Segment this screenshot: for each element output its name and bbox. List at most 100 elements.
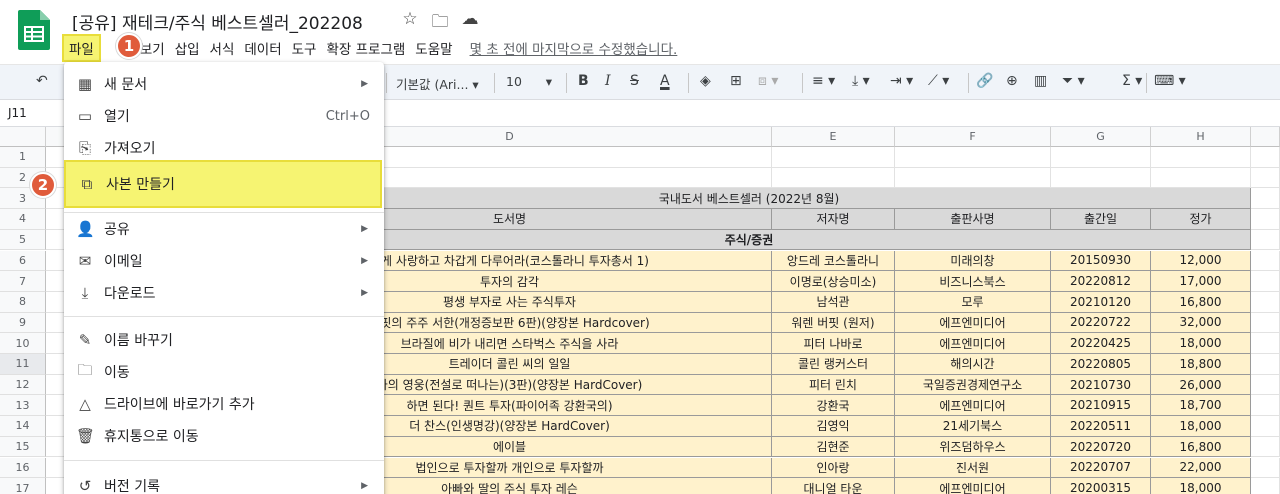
table-data-cell[interactable]: 18,700 [1151,395,1251,417]
menu-item-make-copy[interactable]: ⧉ 사본 만들기 [64,160,382,208]
menu-item-new[interactable]: ▦ 새 문서 ▶ [64,68,384,100]
menu-item-import[interactable]: ⎘ 가져오기 [64,132,384,164]
undo-icon[interactable]: ↶ [36,73,48,89]
table-data-cell[interactable]: 20220722 [1051,312,1151,334]
table-data-cell[interactable]: 20220812 [1051,271,1151,292]
table-data-cell[interactable]: 20220805 [1051,354,1151,375]
table-data-cell[interactable]: 20210120 [1051,291,1151,313]
grid-cell[interactable] [1251,167,1280,189]
table-data-cell[interactable]: 18,000 [1151,333,1251,354]
grid-cell[interactable] [1251,354,1280,375]
grid-cell[interactable] [1251,188,1280,210]
grid-cell[interactable] [1251,250,1280,272]
grid-cell[interactable] [1251,436,1280,458]
menu-item-email[interactable]: ✉ 이메일 ▶ [64,245,384,277]
filter-icon[interactable]: ⏷ ▾ [1062,73,1085,89]
grid-cell[interactable] [1251,229,1280,251]
menu-item-version-history[interactable]: ↺ 버전 기록 ▶ [64,470,384,494]
column-header-f[interactable]: F [895,127,1051,147]
grid-cell[interactable] [772,147,895,168]
grid-cell[interactable] [1251,312,1280,334]
table-data-cell[interactable]: 22,000 [1151,457,1251,479]
row-header[interactable]: 14 [0,416,46,437]
document-title[interactable]: [공유] 재테크/주식 베스트셀러_202208 [72,9,363,34]
menu-extensions[interactable]: 확장 프로그램 [321,36,410,60]
menu-help[interactable]: 도움말 [410,36,457,60]
menu-item-share[interactable]: 👤 공유 ▶ [64,213,384,245]
table-data-cell[interactable]: 이명로(상승미소) [772,271,895,292]
text-wrap-icon[interactable]: ⇥ ▾ [890,73,913,89]
insert-chart-icon[interactable]: ▥ [1034,73,1047,89]
grid-cell[interactable] [895,147,1051,168]
table-data-cell[interactable]: 콜린 랭커스터 [772,354,895,375]
italic-icon[interactable]: I [605,73,611,89]
menu-item-trash[interactable]: 🗑 휴지통으로 이동 [64,420,384,452]
row-header[interactable]: 13 [0,395,46,417]
grid-cell[interactable] [1051,167,1151,189]
table-data-cell[interactable]: 강환국 [772,395,895,417]
cell-reference[interactable]: J11 [8,106,27,120]
table-data-cell[interactable]: 26,000 [1151,374,1251,396]
table-data-cell[interactable]: 17,000 [1151,271,1251,292]
table-data-cell[interactable]: 20220720 [1051,436,1151,458]
grid-cell[interactable] [895,167,1051,189]
bold-icon[interactable]: B [578,73,589,89]
table-data-cell[interactable]: 18,000 [1151,416,1251,437]
row-header[interactable]: 1 [0,147,46,168]
table-data-cell[interactable]: 에프엔미디어 [895,312,1051,334]
vertical-align-icon[interactable]: ⤓ ▾ [852,73,870,89]
column-header-e[interactable]: E [772,127,895,147]
grid-cell[interactable] [1251,416,1280,437]
grid-cell[interactable] [1251,478,1280,494]
grid-cell[interactable] [772,167,895,189]
grid-cell[interactable] [1251,395,1280,417]
menu-tools[interactable]: 도구 [287,36,322,60]
table-header-cell[interactable]: 출간일 [1051,209,1151,230]
table-data-cell[interactable]: 워렌 버핏 (원저) [772,312,895,334]
row-header[interactable]: 4 [0,209,46,230]
table-data-cell[interactable]: 위즈덤하우스 [895,436,1051,458]
input-tools-icon[interactable]: ⌨ ▾ [1154,73,1186,89]
table-header-cell[interactable]: 저자명 [772,209,895,230]
table-data-cell[interactable]: 20150930 [1051,250,1151,272]
borders-icon[interactable]: ⊞ [730,73,742,89]
table-data-cell[interactable]: 비즈니스북스 [895,271,1051,292]
table-data-cell[interactable]: 12,000 [1151,250,1251,272]
grid-cell[interactable] [1251,147,1280,168]
table-data-cell[interactable]: 16,800 [1151,291,1251,313]
grid-cell[interactable] [1251,374,1280,396]
menu-item-drive-shortcut[interactable]: △ 드라이브에 바로가기 추가 [64,388,384,420]
column-header-h[interactable]: H [1151,127,1251,147]
table-data-cell[interactable]: 모루 [895,291,1051,313]
star-icon[interactable]: ☆ [400,9,420,38]
table-data-cell[interactable]: 20210915 [1051,395,1151,417]
grid-cell[interactable] [1151,167,1251,189]
table-data-cell[interactable]: 21세기북스 [895,416,1051,437]
table-title-cell[interactable]: 국내도서 베스트셀러 (2022년 8월) [248,188,1251,210]
table-header-cell[interactable]: 정가 [1151,209,1251,230]
row-header[interactable]: 7 [0,271,46,292]
table-data-cell[interactable]: 18,000 [1151,478,1251,494]
horizontal-align-icon[interactable]: ≡ ▾ [812,73,835,89]
strikethrough-icon[interactable]: S [630,73,639,89]
grid-cell[interactable] [1051,147,1151,168]
table-data-cell[interactable]: 20220511 [1051,416,1151,437]
functions-icon[interactable]: Σ ▾ [1122,73,1142,89]
table-data-cell[interactable]: 16,800 [1151,436,1251,458]
font-size-select[interactable]: 10 ▾ [506,74,552,89]
row-header[interactable]: 6 [0,250,46,272]
grid-cell[interactable] [1251,457,1280,479]
grid-cell[interactable] [1251,291,1280,313]
table-data-cell[interactable]: 국일증권경제연구소 [895,374,1051,396]
table-data-cell[interactable]: 20200315 [1051,478,1151,494]
row-header[interactable]: 9 [0,312,46,334]
cloud-status-icon[interactable]: ☁ [460,9,480,38]
table-data-cell[interactable]: 해의시간 [895,354,1051,375]
merge-cells-icon[interactable]: ⧈ ▾ [758,73,778,89]
table-data-cell[interactable]: 남석관 [772,291,895,313]
table-data-cell[interactable]: 에프엔미디어 [895,333,1051,354]
column-header-g[interactable]: G [1051,127,1151,147]
row-header[interactable]: 5 [0,229,46,251]
row-header[interactable]: 10 [0,333,46,354]
table-data-cell[interactable]: 피터 나바로 [772,333,895,354]
